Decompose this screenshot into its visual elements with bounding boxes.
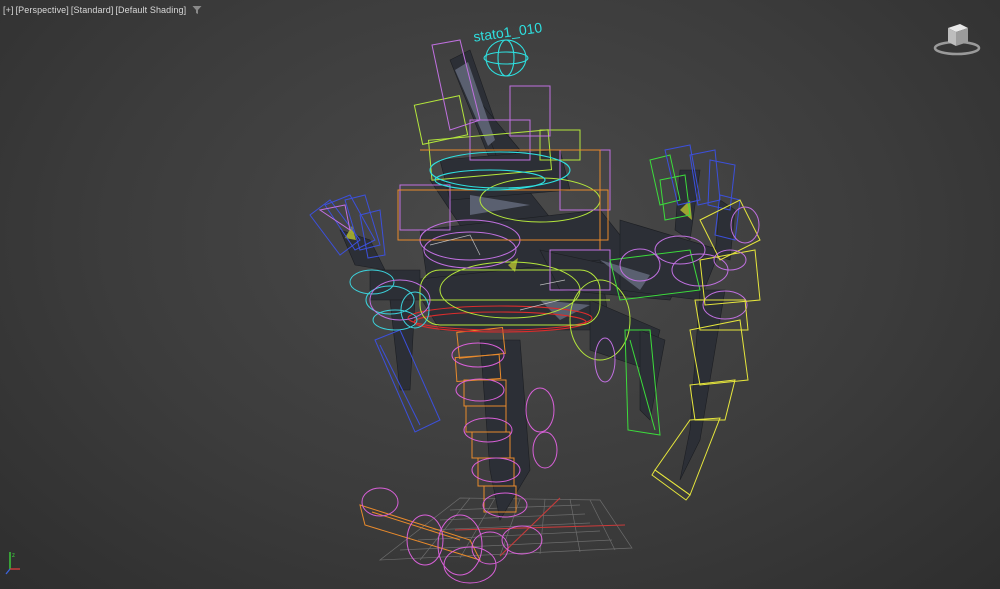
- scene-canvas[interactable]: stato1_010: [0, 0, 1000, 589]
- character-mesh: [339, 49, 736, 521]
- svg-text:z: z: [12, 553, 15, 559]
- perspective-viewport[interactable]: [+] [Perspective] [Standard] [Default Sh…: [0, 0, 1000, 589]
- axis-tripod-icon: z: [5, 552, 20, 575]
- viewcube-icon[interactable]: [932, 22, 982, 56]
